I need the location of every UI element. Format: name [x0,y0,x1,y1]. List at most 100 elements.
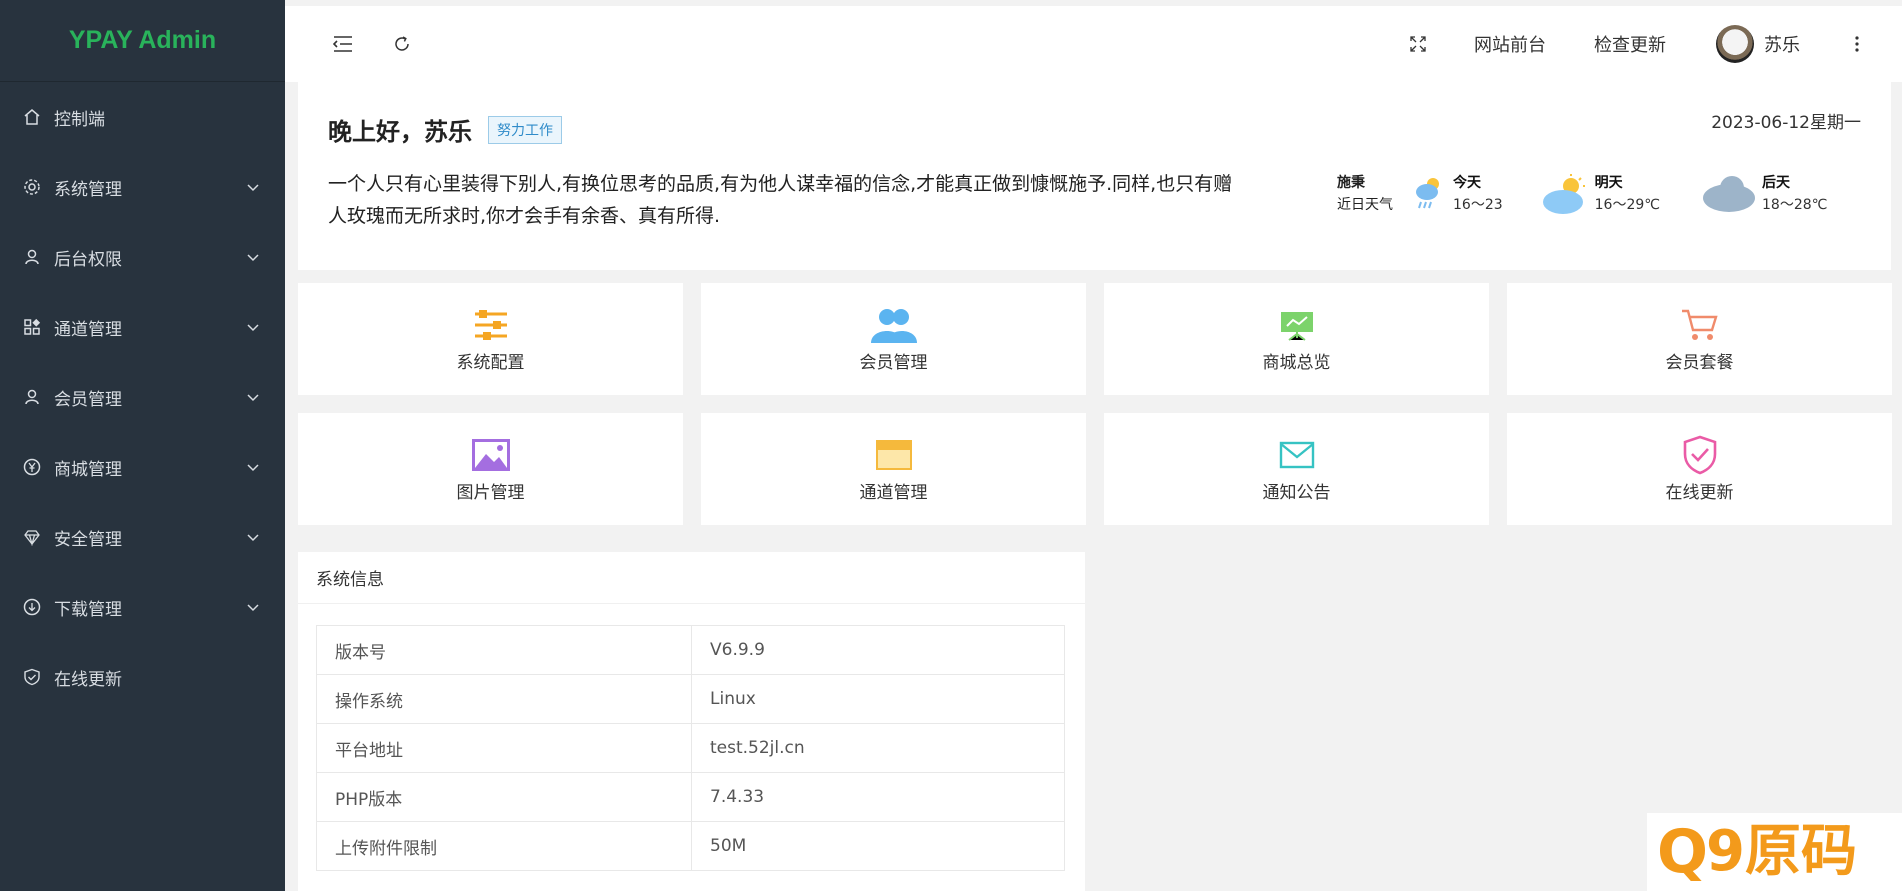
sun-cloud-icon [1541,172,1589,216]
quick-label: 通道管理 [859,482,928,503]
weather-caption: 近日天气 [1337,197,1393,213]
table-row: 上传附件限制 50M [316,821,1065,871]
sidebar-item-label: 控制端 [54,109,105,130]
quick-label: 通知公告 [1262,482,1331,503]
quick-image-manage[interactable]: 图片管理 [298,413,683,525]
quick-member-manage[interactable]: 会员管理 [701,283,1086,395]
table-row: PHP版本 7.4.33 [316,772,1065,822]
weather-day-today: 今天 16～23 [1413,172,1503,216]
menu-toggle-icon[interactable] [333,35,353,53]
app-logo[interactable]: YPAY Admin [0,0,285,82]
info-key: 操作系统 [316,674,692,724]
sidebar-item-label: 商城管理 [54,459,122,480]
more-vertical-icon[interactable] [1852,36,1862,52]
download-icon [22,597,42,617]
chevron-down-icon [245,529,261,545]
daily-quote: 一个人只有心里装得下别人,有换位思考的品质,有为他人谋幸福的信念,才能真正做到慷… [328,173,1233,227]
sidebar-item-mall[interactable]: 商城管理 [0,432,285,502]
sidebar-item-label: 在线更新 [54,669,122,690]
system-info-title: 系统信息 [298,552,1085,604]
quick-member-package[interactable]: 会员套餐 [1507,283,1892,395]
system-info-table: 版本号 V6.9.9 操作系统 Linux 平台地址 test.52jl.cn … [316,625,1065,871]
username[interactable]: 苏乐 [1764,31,1800,57]
weather-city: 施秉 [1337,175,1365,191]
info-key: PHP版本 [316,772,692,822]
sidebar-item-console[interactable]: 控制端 [0,82,285,152]
quick-notice[interactable]: 通知公告 [1104,413,1489,525]
info-value: V6.9.9 [691,625,1065,675]
chevron-down-icon [245,249,261,265]
quick-online-update[interactable]: 在线更新 [1507,413,1892,525]
info-key: 版本号 [316,625,692,675]
top-header: 网站前台 检查更新 苏乐 [285,0,1902,82]
weather-widget: 施秉 近日天气 今天 16～23 明天 16～29℃ 后天 18～28℃ [1337,172,1827,216]
mail-icon [1279,436,1315,474]
cloud-icon [1702,174,1756,214]
quick-channel-manage[interactable]: 通道管理 [701,413,1086,525]
info-value: 50M [691,821,1065,871]
avatar[interactable] [1716,25,1754,63]
quick-system-config[interactable]: 系统配置 [298,283,683,395]
rain-cloud-icon [1413,174,1447,214]
sidebar-item-security[interactable]: 安全管理 [0,502,285,572]
greeting-title: 晚上好，苏乐 [328,118,472,146]
quick-label: 会员管理 [859,352,928,373]
sidebar: YPAY Admin 控制端 系统管理 后台权限 通道管理 会员管理 商城管理 … [0,0,285,891]
chevron-down-icon [245,179,261,195]
refresh-icon[interactable] [393,35,411,53]
welcome-card: 晚上好，苏乐 努力工作 2023-06-12星期一 一个人只有心里装得下别人,有… [298,82,1891,270]
sidebar-item-label: 下载管理 [54,599,122,620]
apps-icon [22,317,42,337]
table-row: 操作系统 Linux [316,674,1065,724]
fullscreen-icon[interactable] [1410,36,1426,52]
frontend-link[interactable]: 网站前台 [1474,31,1546,57]
cart-icon [1680,306,1720,344]
sidebar-item-label: 后台权限 [54,249,122,270]
sidebar-item-label: 会员管理 [54,389,122,410]
weather-day-label: 后天 [1762,175,1790,191]
quick-mall-overview[interactable]: 商城总览 [1104,283,1489,395]
current-date: 2023-06-12星期一 [1711,113,1861,133]
watermark-text: 9原码 [1706,819,1857,884]
info-key: 平台地址 [316,723,692,773]
system-info-card: 系统信息 版本号 V6.9.9 操作系统 Linux 平台地址 test.52j… [298,552,1085,891]
sidebar-item-downloads[interactable]: 下载管理 [0,572,285,642]
users-icon [869,306,919,344]
sidebar-item-channel[interactable]: 通道管理 [0,292,285,362]
weather-temp: 18～28℃ [1762,197,1828,213]
user-icon [22,247,42,267]
info-value: test.52jl.cn [691,723,1065,773]
chevron-down-icon [245,599,261,615]
check-update-link[interactable]: 检查更新 [1594,31,1666,57]
sidebar-item-admin-permission[interactable]: 后台权限 [0,222,285,292]
watermark-logo: Q 9原码 [1647,813,1902,891]
yen-icon [22,457,42,477]
diamond-icon [22,527,42,547]
weather-day-tomorrow: 明天 16～29℃ [1541,172,1660,216]
sliders-icon [473,306,509,344]
sidebar-item-label: 安全管理 [54,529,122,550]
info-value: 7.4.33 [691,772,1065,822]
weather-temp: 16～29℃ [1594,197,1660,213]
info-key: 上传附件限制 [316,821,692,871]
table-row: 版本号 V6.9.9 [316,625,1065,675]
sidebar-item-online-update[interactable]: 在线更新 [0,642,285,712]
shield-check-icon [22,667,42,687]
quick-label: 图片管理 [456,482,525,503]
sidebar-item-system[interactable]: 系统管理 [0,152,285,222]
sidebar-item-members[interactable]: 会员管理 [0,362,285,432]
chevron-down-icon [245,389,261,405]
shield-check-icon [1683,435,1717,474]
window-icon [875,436,912,474]
board-chart-icon [1279,306,1315,344]
quick-label: 系统配置 [456,352,525,373]
weather-day-label: 今天 [1453,175,1481,191]
chevron-down-icon [245,319,261,335]
weather-day-after-tomorrow: 后天 18～28℃ [1702,172,1827,216]
status-badge: 努力工作 [488,115,562,144]
info-value: Linux [691,674,1065,724]
weather-day-label: 明天 [1594,175,1623,191]
table-row: 平台地址 test.52jl.cn [316,723,1065,773]
watermark-q-icon: Q [1657,817,1708,887]
quick-label: 会员套餐 [1665,352,1734,373]
